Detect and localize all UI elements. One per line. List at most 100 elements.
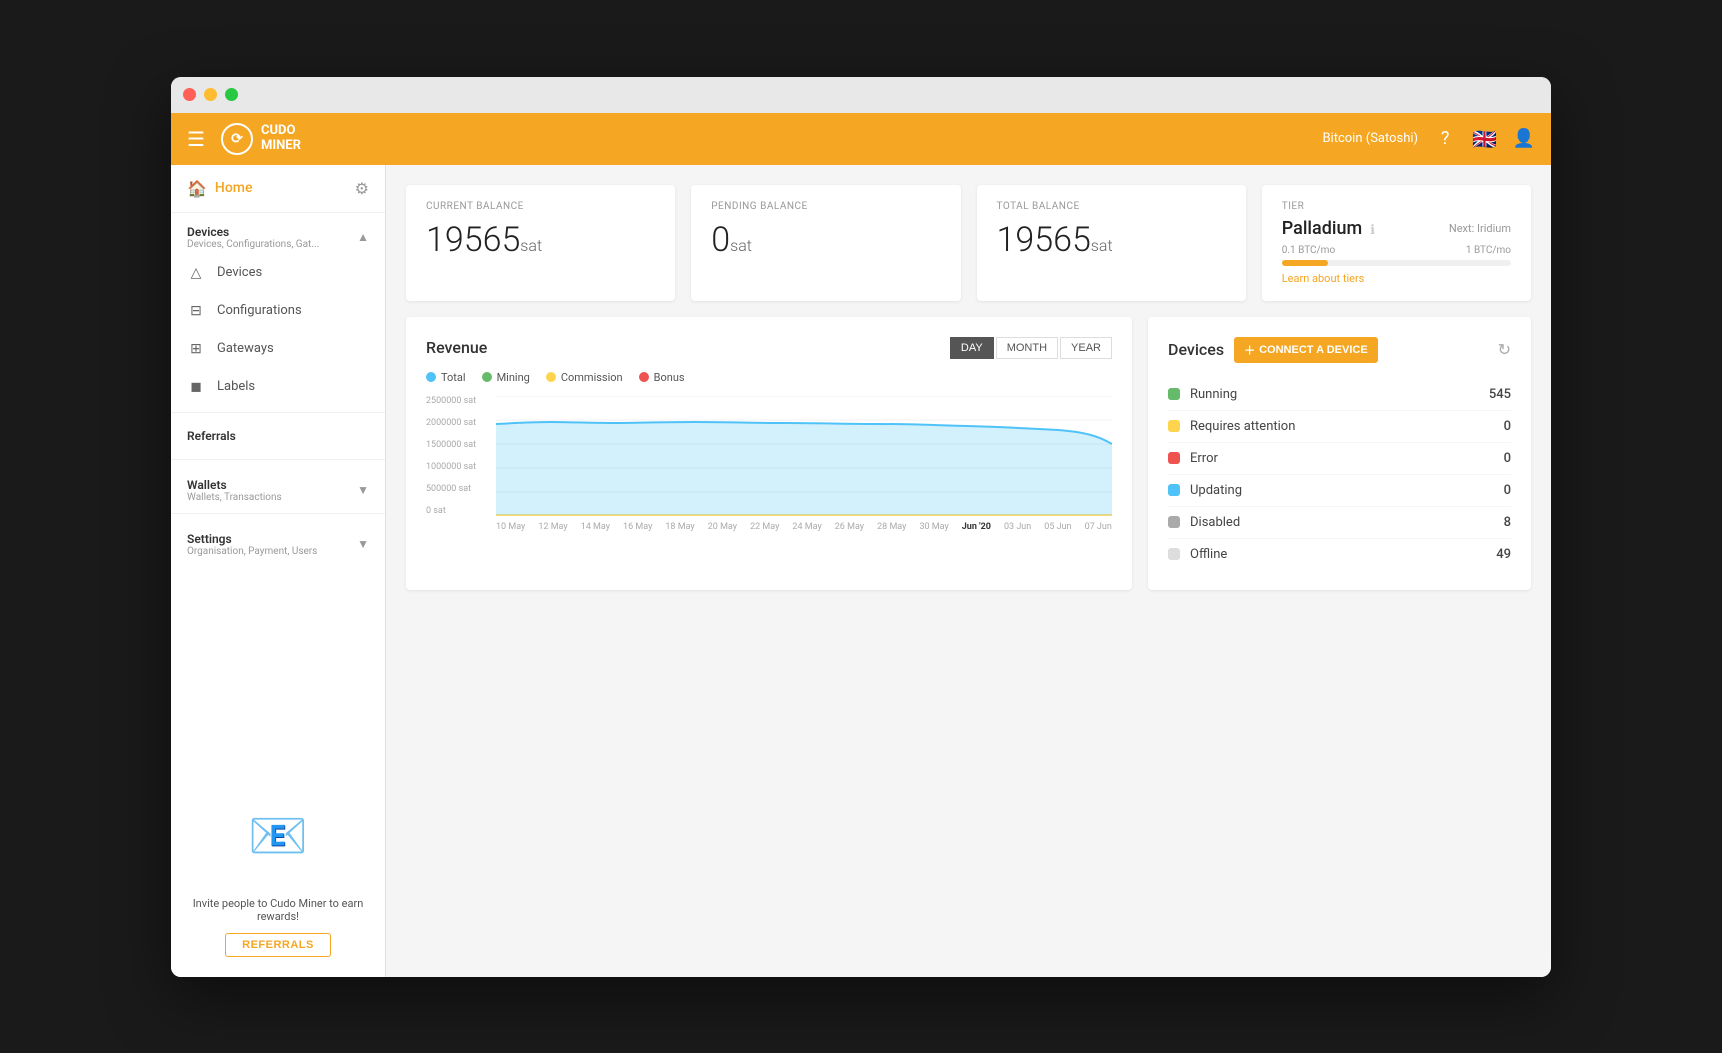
chevron-up-icon: ▲ bbox=[357, 230, 369, 244]
tier-learn-link[interactable]: Learn about tiers bbox=[1282, 272, 1511, 285]
main-layout: 🏠 Home ⚙ Devices Devices, Configurations… bbox=[171, 165, 1551, 977]
status-count-4: 8 bbox=[1504, 515, 1511, 530]
status-indicator-1 bbox=[1168, 420, 1180, 432]
wallets-group-title: Wallets bbox=[187, 478, 282, 492]
devices-group-sub: Devices, Configurations, Gat... bbox=[187, 239, 319, 250]
sidebar-item-devices[interactable]: △ Devices bbox=[171, 254, 385, 292]
bottom-row: Revenue DAY MONTH YEAR Total bbox=[406, 317, 1531, 590]
refresh-icon[interactable]: ↻ bbox=[1498, 340, 1511, 359]
chevron-down-settings-icon: ▼ bbox=[357, 537, 369, 551]
tier-card: TIER Palladium ℹ Next: Iridium 0.1 BTC/m… bbox=[1262, 185, 1531, 301]
status-count-2: 0 bbox=[1504, 451, 1511, 466]
connect-device-button[interactable]: ＋ CONNECT A DEVICE bbox=[1234, 337, 1378, 363]
status-left-3: Updating bbox=[1168, 483, 1242, 498]
close-btn[interactable] bbox=[183, 88, 196, 101]
legend-bonus: Bonus bbox=[639, 371, 685, 384]
y-label-1500k: 1500000 sat bbox=[426, 440, 496, 450]
referral-text: Invite people to Cudo Miner to earn rewa… bbox=[187, 897, 369, 923]
topnav-right: Bitcoin (Satoshi) ? 🇬🇧 👤 bbox=[1322, 127, 1535, 151]
total-balance-label: TOTAL BALANCE bbox=[997, 201, 1226, 212]
wallets-group-sub: Wallets, Transactions bbox=[187, 492, 282, 503]
settings-group-header[interactable]: Settings Organisation, Payment, Users ▼ bbox=[171, 520, 385, 561]
status-indicator-4 bbox=[1168, 516, 1180, 528]
configurations-label: Configurations bbox=[217, 303, 302, 318]
home-icon: 🏠 bbox=[187, 179, 207, 198]
y-label-2000k: 2000000 sat bbox=[426, 418, 496, 428]
settings-icon[interactable]: ⚙ bbox=[355, 179, 369, 198]
year-button[interactable]: YEAR bbox=[1060, 337, 1112, 359]
currency-selector[interactable]: Bitcoin (Satoshi) bbox=[1322, 131, 1418, 146]
legend-total: Total bbox=[426, 371, 466, 384]
current-balance-card: CURRENT BALANCE 19565sat bbox=[406, 185, 675, 301]
status-label-1: Requires attention bbox=[1190, 419, 1295, 434]
home-button[interactable]: 🏠 Home bbox=[187, 179, 253, 198]
chart-x-labels: 10 May 12 May 14 May 16 May 18 May 20 Ma… bbox=[496, 518, 1112, 536]
tier-label: TIER bbox=[1282, 201, 1511, 212]
status-count-0: 545 bbox=[1489, 387, 1511, 402]
logo-icon: ⟳ bbox=[221, 123, 253, 155]
total-balance-card: TOTAL BALANCE 19565sat bbox=[977, 185, 1246, 301]
logo: ⟳ CUDO MINER bbox=[221, 123, 301, 155]
app-content: ☰ ⟳ CUDO MINER Bitcoin (Satoshi) ? 🇬🇧 👤 bbox=[171, 113, 1551, 977]
devices-icon: △ bbox=[187, 264, 205, 282]
chart-legend: Total Mining Commission bbox=[426, 371, 1112, 384]
status-count-3: 0 bbox=[1504, 483, 1511, 498]
status-indicator-5 bbox=[1168, 548, 1180, 560]
status-left-1: Requires attention bbox=[1168, 419, 1295, 434]
tier-progress-labels: 0.1 BTC/mo 1 BTC/mo bbox=[1282, 245, 1511, 256]
wallets-group-header[interactable]: Wallets Wallets, Transactions ▼ bbox=[171, 466, 385, 507]
legend-commission-label: Commission bbox=[561, 371, 623, 384]
help-icon[interactable]: ? bbox=[1434, 128, 1456, 150]
revenue-chart: 2500000 sat 2000000 sat 1500000 sat 1000… bbox=[426, 396, 1112, 536]
configurations-icon: ⊟ bbox=[187, 302, 205, 320]
status-count-1: 0 bbox=[1504, 419, 1511, 434]
status-label-0: Running bbox=[1190, 387, 1237, 402]
sidebar-home: 🏠 Home ⚙ bbox=[171, 165, 385, 213]
day-button[interactable]: DAY bbox=[950, 337, 994, 359]
sidebar-item-referrals[interactable]: Referrals bbox=[171, 419, 385, 453]
tier-next-label: Next: Iridium bbox=[1449, 222, 1511, 235]
labels-icon: ◼ bbox=[187, 378, 205, 396]
sidebar-item-labels[interactable]: ◼ Labels bbox=[171, 368, 385, 406]
referrals-button[interactable]: REFERRALS bbox=[225, 933, 331, 957]
pending-balance-label: PENDING BALANCE bbox=[711, 201, 940, 212]
devices-panel-title: Devices bbox=[1168, 340, 1224, 359]
time-buttons: DAY MONTH YEAR bbox=[950, 337, 1112, 359]
tier-name-row: Palladium ℹ Next: Iridium bbox=[1282, 218, 1511, 239]
logo-text: CUDO MINER bbox=[261, 124, 301, 153]
revenue-card: Revenue DAY MONTH YEAR Total bbox=[406, 317, 1132, 590]
minimize-btn[interactable] bbox=[204, 88, 217, 101]
device-status-row: Disabled 8 bbox=[1168, 507, 1511, 539]
device-status-list: Running 545 Requires attention 0 Error 0… bbox=[1168, 379, 1511, 570]
tier-min-label: 0.1 BTC/mo bbox=[1282, 245, 1335, 256]
total-balance-value: 19565sat bbox=[997, 220, 1226, 260]
maximize-btn[interactable] bbox=[225, 88, 238, 101]
user-icon[interactable]: 👤 bbox=[1513, 128, 1535, 150]
settings-group-title: Settings bbox=[187, 532, 317, 546]
status-indicator-0 bbox=[1168, 388, 1180, 400]
tier-info-icon: ℹ bbox=[1370, 223, 1375, 238]
chart-y-labels: 2500000 sat 2000000 sat 1500000 sat 1000… bbox=[426, 396, 496, 516]
devices-panel-header: Devices ＋ CONNECT A DEVICE ↻ bbox=[1168, 337, 1511, 363]
legend-total-dot bbox=[426, 372, 436, 382]
topnav: ☰ ⟳ CUDO MINER Bitcoin (Satoshi) ? 🇬🇧 👤 bbox=[171, 113, 1551, 165]
legend-bonus-label: Bonus bbox=[654, 371, 685, 384]
sidebar-referral-promo: 📧 Invite people to Cudo Miner to earn re… bbox=[171, 787, 385, 977]
status-label-4: Disabled bbox=[1190, 515, 1240, 530]
gateways-icon: ⊞ bbox=[187, 340, 205, 358]
settings-group-sub: Organisation, Payment, Users bbox=[187, 546, 317, 557]
device-status-row: Running 545 bbox=[1168, 379, 1511, 411]
hamburger-icon[interactable]: ☰ bbox=[187, 127, 205, 151]
pending-balance-card: PENDING BALANCE 0sat bbox=[691, 185, 960, 301]
device-status-row: Updating 0 bbox=[1168, 475, 1511, 507]
status-label-5: Offline bbox=[1190, 547, 1227, 562]
devices-group-header[interactable]: Devices Devices, Configurations, Gat... … bbox=[171, 213, 385, 254]
sidebar-item-configurations[interactable]: ⊟ Configurations bbox=[171, 292, 385, 330]
app-window: ☰ ⟳ CUDO MINER Bitcoin (Satoshi) ? 🇬🇧 👤 bbox=[171, 77, 1551, 977]
revenue-header: Revenue DAY MONTH YEAR bbox=[426, 337, 1112, 359]
sidebar-item-gateways[interactable]: ⊞ Gateways bbox=[171, 330, 385, 368]
current-balance-value: 19565sat bbox=[426, 220, 655, 260]
language-flag[interactable]: 🇬🇧 bbox=[1472, 127, 1497, 151]
status-label-3: Updating bbox=[1190, 483, 1242, 498]
month-button[interactable]: MONTH bbox=[996, 337, 1058, 359]
